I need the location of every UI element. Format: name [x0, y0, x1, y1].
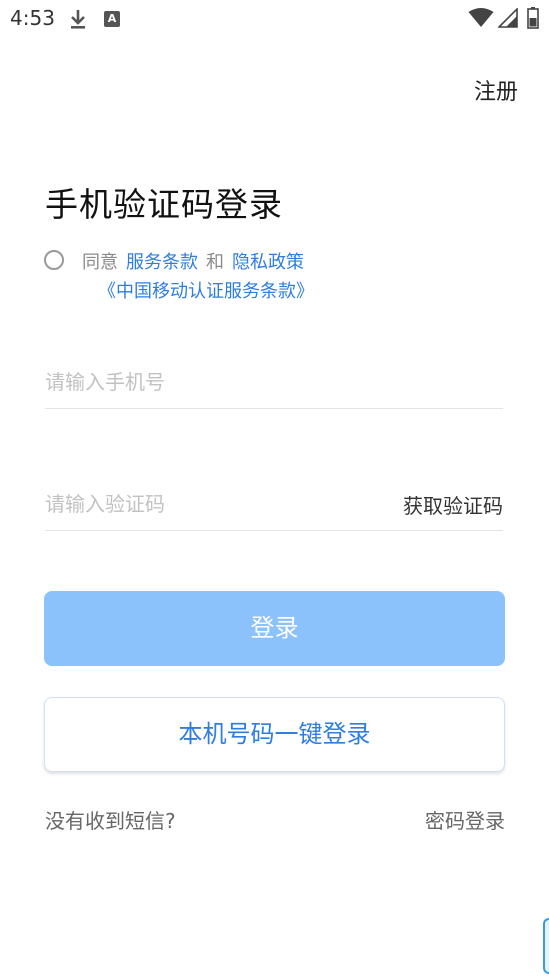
agree-text: 同意 — [82, 252, 118, 273]
get-code-button[interactable]: 获取验证码 — [403, 490, 503, 519]
a-icon: A — [104, 11, 120, 27]
page-title: 手机验证码登录 — [45, 185, 283, 224]
battery-icon — [527, 7, 539, 29]
login-screen: 4:53 A 注册 手机验证码登录 同意 服务条款和隐私政策 《中国移动认证服务条… — [0, 0, 549, 977]
cmcc-terms-link[interactable]: 《中国移动认证服务条款》 — [98, 281, 314, 302]
code-field: 获取验证码 — [45, 480, 503, 531]
terms-link[interactable]: 服务条款 — [126, 252, 198, 273]
agreement-line-1: 同意 服务条款和隐私政策 — [82, 248, 304, 274]
login-button[interactable]: 登录 — [44, 591, 505, 666]
agree-radio[interactable] — [44, 250, 64, 270]
status-time: 4:53 — [10, 6, 55, 30]
floating-assistant-handle[interactable] — [543, 918, 549, 974]
download-icon — [71, 10, 85, 29]
status-bar: 4:53 A — [0, 0, 549, 38]
wifi-icon — [468, 8, 494, 27]
code-input[interactable] — [45, 488, 365, 520]
password-login-link[interactable]: 密码登录 — [425, 805, 505, 834]
signal-icon — [498, 8, 518, 28]
no-sms-link[interactable]: 没有收到短信? — [45, 805, 176, 834]
privacy-link[interactable]: 隐私政策 — [232, 252, 304, 273]
phone-input[interactable] — [45, 366, 365, 398]
one-key-login-button[interactable]: 本机号码一键登录 — [44, 697, 505, 772]
register-link[interactable]: 注册 — [474, 74, 518, 106]
and-text: 和 — [206, 252, 224, 273]
agreement-line-2: 《中国移动认证服务条款》 — [98, 277, 314, 303]
phone-field — [45, 358, 503, 409]
